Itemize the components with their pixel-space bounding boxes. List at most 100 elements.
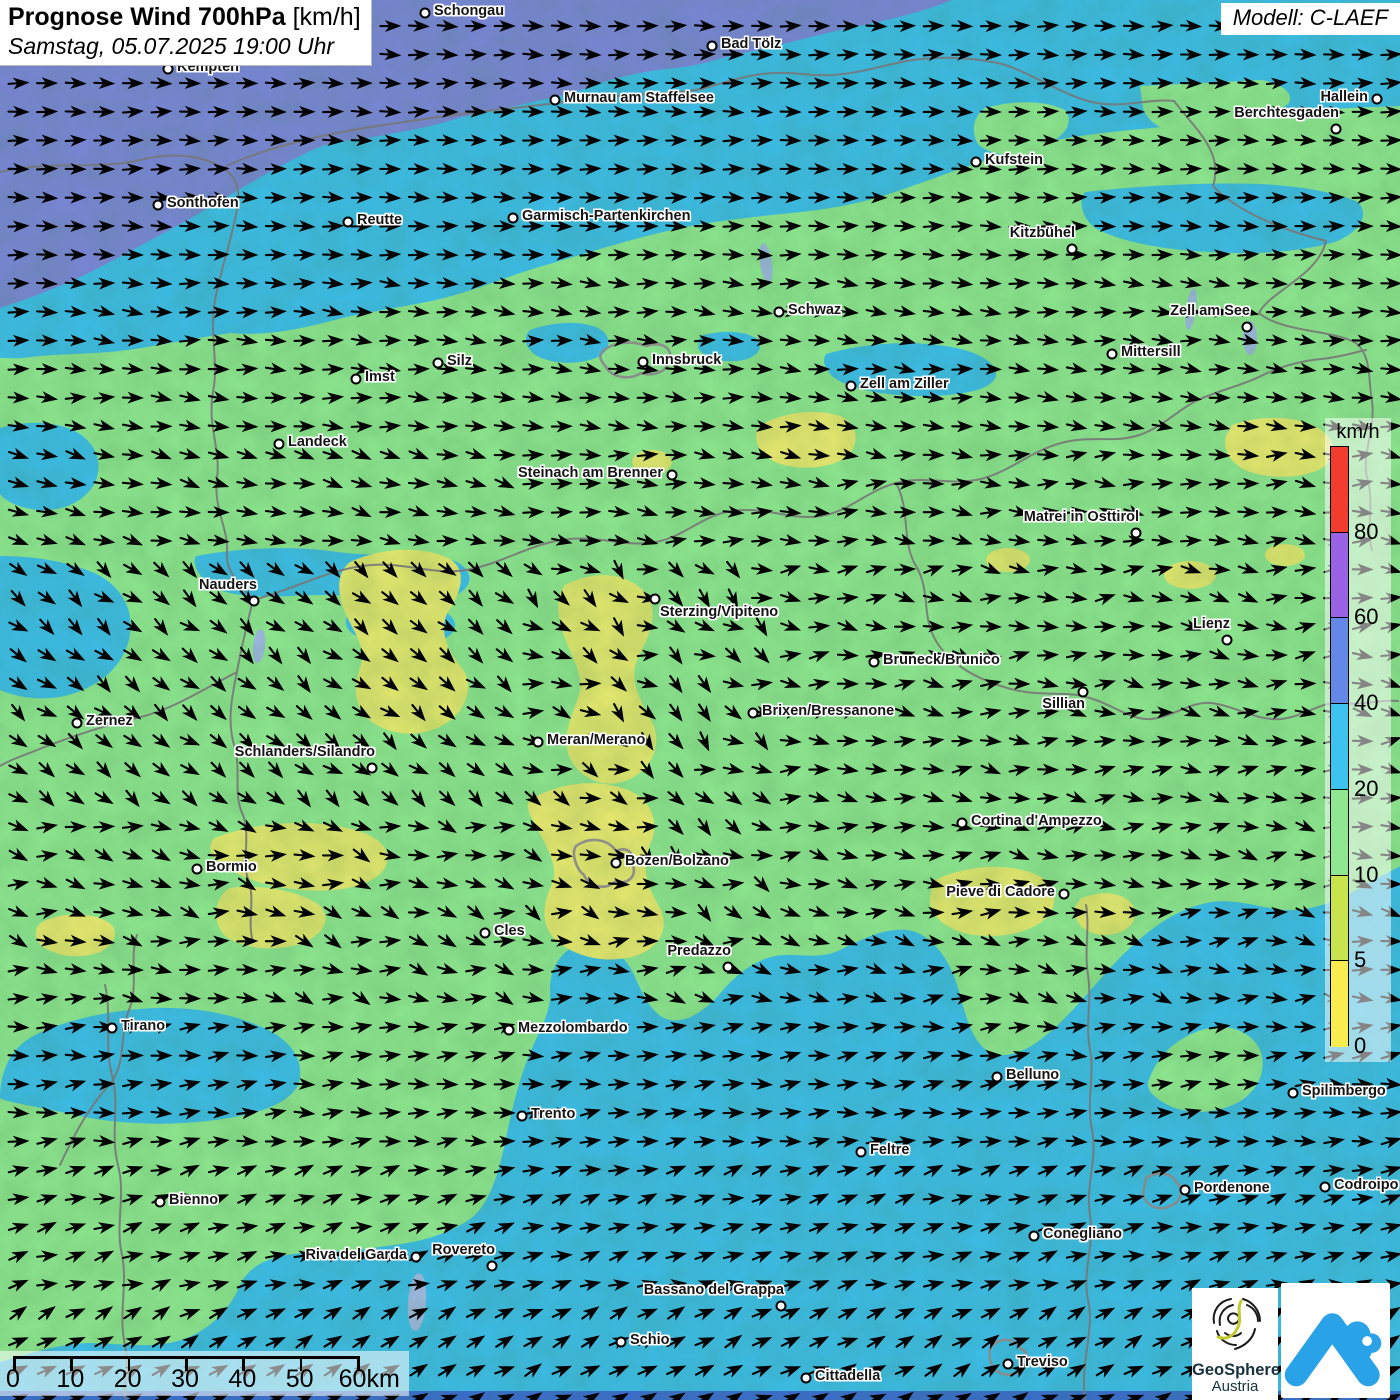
wind-arrow bbox=[294, 1137, 312, 1145]
city-marker bbox=[1222, 635, 1233, 646]
wind-arrow bbox=[437, 1165, 456, 1174]
wind-arrow bbox=[408, 1306, 427, 1321]
wind-arrow bbox=[237, 1137, 255, 1146]
wind-arrow bbox=[1066, 364, 1085, 375]
city-label: Mittersill bbox=[1121, 344, 1181, 360]
wind-arrow bbox=[122, 1135, 141, 1147]
wind-arrow bbox=[66, 222, 84, 230]
geosphere-logo: GeoSphere Austria bbox=[1192, 1288, 1278, 1400]
wind-arrow bbox=[1267, 393, 1286, 402]
wind-arrow bbox=[1353, 136, 1371, 144]
wind-arrow bbox=[1209, 935, 1228, 948]
wind-arrow bbox=[8, 506, 27, 518]
wind-arrow bbox=[1152, 22, 1171, 31]
wind-arrow bbox=[780, 849, 799, 862]
wind-arrow bbox=[894, 1221, 914, 1235]
wind-arrow bbox=[437, 165, 455, 174]
wind-arrow bbox=[981, 1052, 999, 1060]
wind-arrow bbox=[65, 1335, 85, 1349]
city-label: Silz bbox=[447, 353, 472, 369]
wind-arrow bbox=[1209, 565, 1228, 574]
wind-arrow bbox=[123, 479, 142, 488]
wind-arrow bbox=[523, 536, 542, 546]
wind-arrow bbox=[523, 79, 541, 87]
wind-arrow bbox=[1238, 763, 1257, 776]
wind-arrow bbox=[1210, 394, 1228, 402]
wind-arrow bbox=[437, 675, 455, 693]
wind-arrow bbox=[352, 194, 370, 202]
wind-arrow bbox=[123, 279, 142, 288]
wind-arrow bbox=[894, 849, 913, 861]
wind-arrow bbox=[1067, 165, 1085, 173]
wind-arrow bbox=[1295, 1250, 1314, 1261]
wind-arrow bbox=[551, 907, 570, 918]
wind-arrow bbox=[380, 1278, 399, 1291]
wind-arrow bbox=[1181, 108, 1199, 116]
wind-arrow bbox=[1038, 1279, 1057, 1289]
wind-arrow bbox=[409, 365, 427, 373]
wind-arrow bbox=[523, 165, 541, 173]
wind-arrow bbox=[580, 1279, 599, 1290]
wind-arrow bbox=[981, 337, 999, 345]
wind-arrow bbox=[723, 1391, 742, 1400]
wind-arrow bbox=[924, 279, 942, 287]
wind-arrow bbox=[180, 966, 198, 974]
wind-arrow bbox=[780, 364, 799, 375]
wind-arrow bbox=[1267, 651, 1285, 659]
wind-arrow bbox=[723, 336, 742, 345]
wind-arrow bbox=[1123, 707, 1142, 718]
wind-arrow bbox=[1295, 707, 1314, 718]
wind-arrow bbox=[408, 1391, 427, 1400]
wind-arrow bbox=[752, 1022, 771, 1033]
wind-arrow bbox=[466, 165, 484, 173]
wind-arrow bbox=[866, 392, 885, 403]
wind-arrow bbox=[8, 561, 27, 577]
wind-arrow bbox=[237, 790, 256, 806]
wind-arrow bbox=[8, 336, 26, 344]
wind-arrow bbox=[1152, 564, 1171, 575]
wind-arrow bbox=[1152, 1306, 1172, 1320]
wind-arrow bbox=[723, 79, 741, 87]
wind-arrow bbox=[94, 393, 113, 402]
wind-arrow bbox=[781, 79, 799, 88]
wind-arrow bbox=[1238, 1108, 1257, 1117]
wind-arrow bbox=[751, 820, 771, 833]
wind-arrow bbox=[1009, 1279, 1028, 1289]
wind-arrow bbox=[1124, 108, 1142, 116]
wind-arrow bbox=[580, 794, 598, 802]
wind-arrow bbox=[208, 618, 227, 635]
wind-arrow bbox=[465, 477, 484, 489]
wind-arrow bbox=[323, 1137, 342, 1146]
wind-arrow bbox=[437, 136, 455, 145]
wind-arrow bbox=[351, 905, 371, 919]
wind-arrow bbox=[523, 194, 541, 202]
wind-arrow bbox=[94, 536, 113, 546]
wind-arrow bbox=[780, 993, 799, 1003]
wind-arrow bbox=[1095, 394, 1113, 402]
wind-arrow bbox=[1152, 651, 1170, 659]
wind-arrow bbox=[1180, 705, 1200, 719]
wind-arrow bbox=[8, 820, 28, 834]
wind-arrow bbox=[65, 993, 84, 1003]
wind-arrow bbox=[1181, 737, 1199, 746]
wind-arrow bbox=[1124, 1137, 1143, 1146]
legend-band bbox=[1331, 790, 1348, 876]
wind-arrow bbox=[666, 618, 685, 634]
wind-arrow bbox=[1267, 508, 1285, 516]
wind-arrow bbox=[37, 993, 56, 1003]
wind-arrow bbox=[265, 822, 284, 832]
wind-arrow bbox=[1295, 1050, 1314, 1062]
wind-arrow bbox=[551, 1191, 571, 1206]
wind-arrow bbox=[780, 422, 799, 431]
wind-arrow bbox=[1181, 422, 1200, 432]
wind-arrow bbox=[380, 879, 399, 889]
wind-arrow bbox=[381, 560, 399, 578]
wind-arrow bbox=[180, 79, 198, 87]
wind-arrow bbox=[666, 50, 684, 59]
wind-arrow bbox=[1152, 736, 1171, 746]
wind-arrow bbox=[8, 534, 28, 548]
wind-arrow bbox=[1124, 451, 1142, 459]
city-marker bbox=[1288, 1088, 1299, 1099]
wind-arrow bbox=[494, 790, 513, 806]
wind-arrow bbox=[580, 876, 600, 891]
